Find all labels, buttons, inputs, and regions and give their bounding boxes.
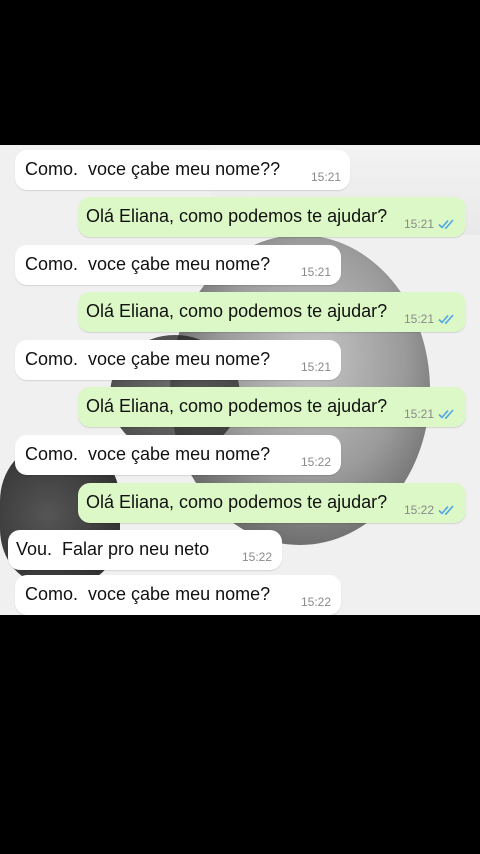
message-bubble-outgoing[interactable]: Olá Eliana, como podemos te ajudar? 15:2… — [78, 197, 466, 237]
message-time: 15:21 — [403, 312, 434, 326]
message-text: Olá Eliana, como podemos te ajudar? — [86, 206, 388, 226]
message-text: Como. voce çabe meu nome? — [25, 349, 271, 369]
message-bubble-incoming[interactable]: Como. voce çabe meu nome? 15:22 — [15, 435, 341, 475]
message-bubble-outgoing[interactable]: Olá Eliana, como podemos te ajudar? 15:2… — [78, 483, 466, 523]
message-text: Como. voce çabe meu nome?? — [25, 159, 281, 179]
message-text: Como. voce çabe meu nome? — [25, 584, 271, 604]
chat-screenshot: Como. voce çabe meu nome?? 15:21 Olá Eli… — [0, 145, 480, 615]
message-text: Olá Eliana, como podemos te ajudar? — [86, 396, 388, 416]
message-text: Olá Eliana, como podemos te ajudar? — [86, 492, 388, 512]
message-bubble-incoming[interactable]: Como. voce çabe meu nome? 15:21 — [15, 340, 341, 380]
message-text: Como. voce çabe meu nome? — [25, 444, 271, 464]
message-time: 15:21 — [403, 217, 434, 231]
message-bubble-incoming[interactable]: Vou. Falar pro neu neto 15:22 — [8, 530, 282, 570]
message-time: 15:21 — [300, 360, 331, 374]
double-check-icon — [438, 219, 454, 229]
message-time: 15:21 — [403, 407, 434, 421]
message-bubble-outgoing[interactable]: Olá Eliana, como podemos te ajudar? 15:2… — [78, 387, 466, 427]
double-check-icon — [438, 505, 454, 515]
message-time: 15:22 — [300, 595, 331, 609]
message-time: 15:21 — [310, 170, 341, 184]
message-time: 15:22 — [241, 550, 272, 564]
message-bubble-incoming[interactable]: Como. voce çabe meu nome? 15:21 — [15, 245, 341, 285]
message-time: 15:22 — [403, 503, 434, 517]
message-text: Como. voce çabe meu nome? — [25, 254, 271, 274]
message-bubble-incoming[interactable]: Como. voce çabe meu nome? 15:22 — [15, 575, 341, 615]
double-check-icon — [438, 409, 454, 419]
double-check-icon — [438, 314, 454, 324]
message-text: Olá Eliana, como podemos te ajudar? — [86, 301, 388, 321]
message-bubble-outgoing[interactable]: Olá Eliana, como podemos te ajudar? 15:2… — [78, 292, 466, 332]
message-text: Vou. Falar pro neu neto — [16, 539, 210, 559]
message-time: 15:21 — [300, 265, 331, 279]
message-bubble-incoming[interactable]: Como. voce çabe meu nome?? 15:21 — [15, 150, 350, 190]
message-time: 15:22 — [300, 455, 331, 469]
